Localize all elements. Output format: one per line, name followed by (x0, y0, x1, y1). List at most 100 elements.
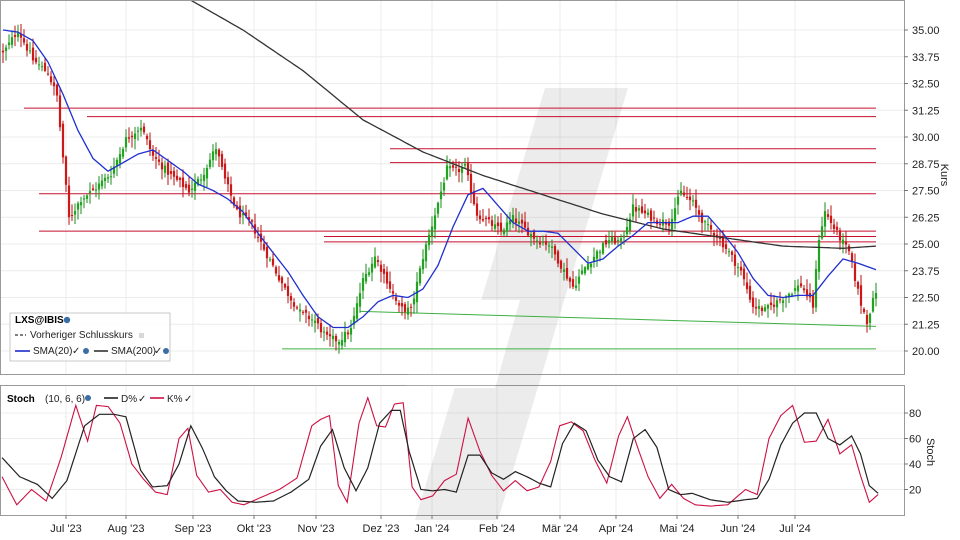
candle-body (463, 163, 467, 166)
candle-body (25, 43, 29, 51)
candle-body (457, 168, 461, 173)
candle-body (334, 336, 338, 342)
stoch-title: Stoch (7, 394, 35, 405)
candle-body (775, 300, 779, 308)
candle-body (412, 298, 416, 305)
candle-body (640, 206, 644, 213)
candle-body (79, 202, 83, 206)
candle-body (34, 57, 38, 63)
candle-body (577, 276, 581, 284)
price-tick-label: 25.00 (912, 239, 940, 251)
candle-body (85, 195, 89, 199)
candle-body (709, 225, 713, 230)
candle-body (337, 341, 341, 345)
candle-body (841, 239, 845, 244)
candle-body (190, 188, 194, 190)
candle-body (595, 251, 599, 259)
candle-body (52, 82, 56, 87)
candle-body (517, 221, 521, 224)
candle-body (514, 218, 518, 224)
candle-body (820, 226, 824, 239)
candle-body (736, 267, 740, 269)
price-tick-label: 26.25 (912, 212, 940, 224)
candle-body (730, 251, 734, 255)
candle-body (187, 184, 191, 193)
candle-body (835, 226, 839, 230)
candle-body (421, 259, 425, 270)
candle-body (37, 64, 41, 66)
candle-body (823, 211, 827, 227)
candle-body (541, 241, 545, 243)
candle-body (529, 234, 533, 238)
candle-body (616, 240, 620, 242)
candle-body (448, 166, 452, 169)
candle-body (304, 309, 308, 313)
candle-body (706, 224, 710, 226)
legend-sma20-settings-icon[interactable] (83, 348, 89, 354)
time-tick-label: Nov '23 (298, 523, 335, 535)
candle-body (379, 264, 383, 272)
candle-body (175, 175, 179, 180)
price-tick-label: 28.75 (912, 159, 940, 171)
price-tick-label: 22.50 (912, 293, 940, 305)
candle-body (547, 245, 551, 247)
candle-body (361, 278, 365, 291)
candle-body (505, 222, 509, 232)
stoch-tick-label: 80 (909, 408, 921, 420)
legend-sma200-check-icon[interactable]: ✓ (154, 346, 162, 357)
candle-body (427, 234, 431, 246)
candle-body (430, 226, 434, 237)
candle-body (727, 251, 731, 253)
candle-body (580, 270, 584, 274)
legend-sma20-check-icon[interactable]: ✓ (72, 346, 80, 357)
candle-body (568, 277, 572, 282)
candle-body (73, 211, 77, 215)
candle-body (796, 285, 800, 292)
candle-body (535, 240, 539, 242)
candle-body (853, 263, 857, 281)
candle-body (571, 279, 575, 287)
legend-k-check-icon[interactable]: ✓ (184, 394, 192, 405)
candle-body (403, 304, 407, 312)
candle-body (409, 306, 413, 308)
candle-body (712, 232, 716, 236)
candle-body (208, 159, 212, 167)
candle-body (94, 189, 98, 191)
legend-prev-close-toggle[interactable] (139, 333, 144, 338)
candle-body (43, 62, 47, 71)
candle-body (751, 297, 755, 307)
candle-body (106, 177, 110, 179)
candle-body (202, 174, 206, 181)
candle-body (874, 292, 878, 299)
candle-body (268, 259, 272, 261)
stoch-axis-title: Stoch (924, 438, 936, 466)
legend-sma200: SMA(200) (111, 346, 156, 357)
candle-body (871, 297, 875, 312)
candle-body (844, 241, 848, 245)
candle-body (274, 267, 278, 274)
price-legend: LXS@IBIS Vorheriger Schlusskurs SMA(20) … (9, 312, 171, 362)
candle-body (703, 221, 707, 223)
time-tick-label: Jun '24 (720, 523, 755, 535)
candle-body (724, 244, 728, 249)
candle-body (256, 236, 260, 238)
candle-body (598, 251, 602, 253)
legend-sma200-settings-icon[interactable] (163, 348, 169, 354)
candle-body (364, 273, 368, 282)
stoch-settings-icon[interactable] (85, 395, 91, 401)
candle-body (748, 285, 752, 300)
legend-settings-icon[interactable] (63, 316, 71, 324)
candle-body (4, 47, 8, 52)
candle-body (811, 295, 815, 308)
candle-body (385, 271, 389, 284)
candle-body (166, 162, 170, 175)
candle-body (238, 205, 242, 218)
candle-body (76, 203, 80, 210)
candle-body (316, 318, 320, 324)
candle-body (607, 240, 611, 244)
candle-body (700, 212, 704, 223)
legend-d-check-icon[interactable]: ✓ (138, 394, 146, 405)
candle-body (418, 268, 422, 284)
candle-body (391, 291, 395, 294)
candle-body (766, 304, 770, 309)
